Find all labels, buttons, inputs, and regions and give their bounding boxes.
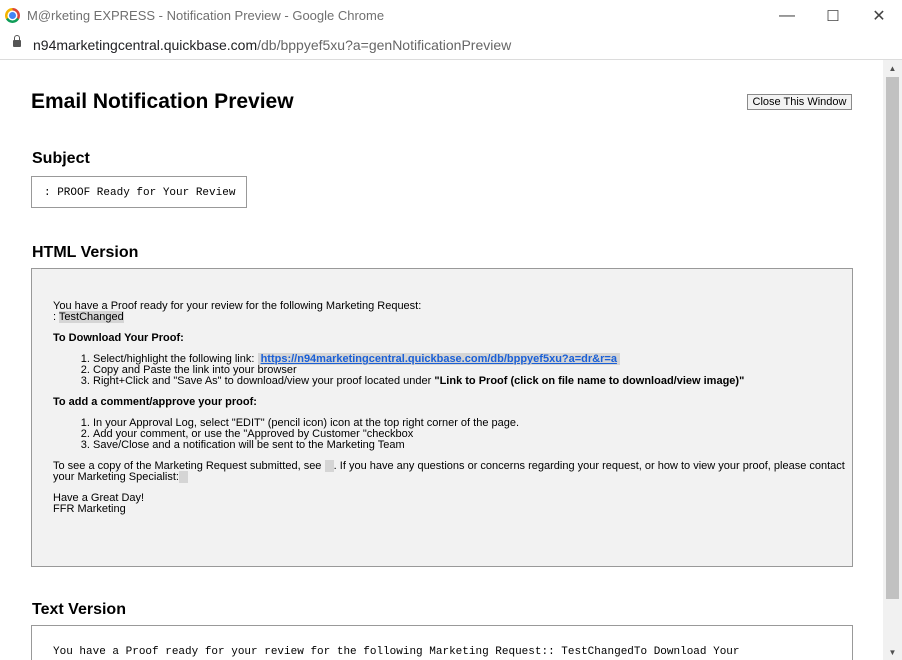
url-path: /db/bppyef5xu?a=genNotificationPreview: [257, 37, 512, 53]
maximize-button[interactable]: ☐: [810, 0, 856, 32]
copy-line-end: . If you have any questions or concerns …: [333, 460, 845, 472]
page-title: Email Notification Preview: [31, 90, 294, 113]
download-link[interactable]: https://n94marketingcentral.quickbase.co…: [261, 353, 617, 365]
html-version-box: You have a Proof ready for your review f…: [31, 268, 853, 567]
page-content: Email Notification Preview Close This Wi…: [0, 60, 883, 660]
scrollbar-thumb[interactable]: [886, 77, 899, 599]
window-title: M@rketing EXPRESS - Notification Preview…: [27, 8, 385, 23]
download-step: Right+Click and "Save As" to download/vi…: [93, 376, 833, 387]
request-link-placeholder[interactable]: [324, 460, 334, 472]
comment-steps: In your Approval Log, select "EDIT" (pen…: [53, 418, 833, 451]
request-name: TestChanged: [58, 311, 124, 323]
email-body: You have a Proof ready for your review f…: [53, 300, 845, 515]
scroll-down-arrow-icon[interactable]: ▼: [883, 644, 902, 660]
address-bar[interactable]: n94marketingcentral.quickbase.com/db/bpp…: [0, 32, 902, 60]
scroll-up-arrow-icon[interactable]: ▲: [883, 60, 902, 76]
email-intro: You have a Proof ready for your review f…: [53, 300, 422, 312]
sign-off: Have a Great Day!: [53, 492, 145, 504]
download-steps: Select/highlight the following link: htt…: [53, 353, 833, 387]
download-heading: To Download Your Proof:: [53, 332, 184, 344]
specialist-placeholder: [178, 471, 189, 483]
proof-location: "Link to Proof (click on file name to do…: [434, 375, 745, 387]
specialist-line: your Marketing Specialist:: [53, 471, 833, 483]
download-step-text: Right+Click and "Save As" to download/vi…: [93, 375, 432, 387]
title-bar: M@rketing EXPRESS - Notification Preview…: [0, 0, 902, 33]
email-request: : TestChanged: [53, 311, 833, 323]
text-version-heading: Text Version: [32, 601, 126, 618]
html-version-heading: HTML Version: [32, 244, 139, 261]
comment-heading: To add a comment/approve your proof:: [53, 396, 257, 408]
lock-icon: [13, 35, 21, 47]
comment-step: Save/Close and a notification will be se…: [93, 440, 833, 451]
close-this-window-button[interactable]: Close This Window: [747, 94, 852, 110]
url-host: n94marketingcentral.quickbase.com: [33, 37, 258, 53]
subject-heading: Subject: [32, 150, 90, 167]
sign-name: FFR Marketing: [53, 503, 126, 515]
url-text[interactable]: n94marketingcentral.quickbase.com/db/bpp…: [33, 37, 511, 53]
specialist-label: your Marketing Specialist:: [53, 471, 179, 483]
minimize-button[interactable]: —: [764, 0, 810, 32]
subject-box: : PROOF Ready for Your Review: [31, 176, 247, 208]
download-link-wrap: https://n94marketingcentral.quickbase.co…: [257, 353, 621, 365]
vertical-scrollbar[interactable]: ▲ ▼: [883, 60, 902, 660]
chrome-logo-icon: [5, 8, 20, 23]
close-window-button[interactable]: ✕: [856, 0, 902, 32]
text-version-box: You have a Proof ready for your review f…: [31, 625, 853, 660]
